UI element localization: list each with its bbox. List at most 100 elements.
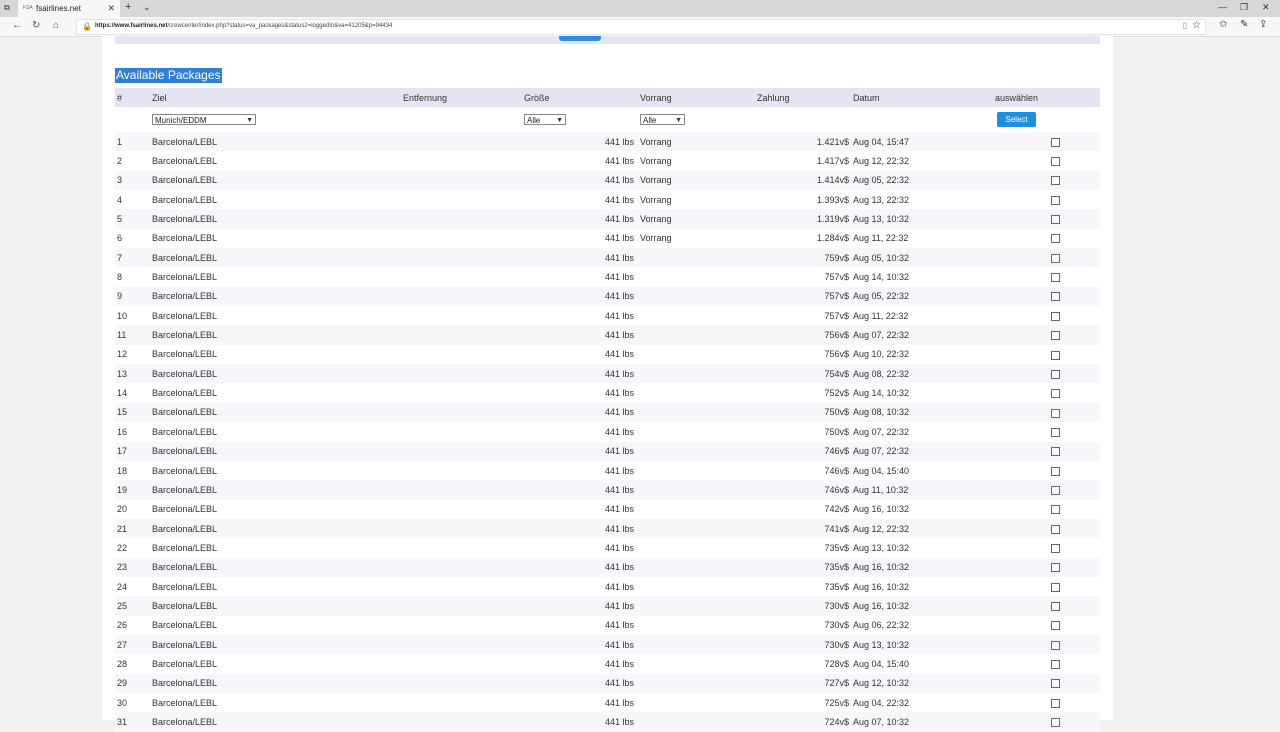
select-checkbox[interactable] [1051, 447, 1060, 457]
new-tab-icon[interactable]: + [125, 1, 131, 13]
cell-groesse: 441 lbs [524, 596, 640, 616]
chevron-down-icon[interactable]: ⌄ [143, 2, 151, 13]
select-checkbox[interactable] [1051, 234, 1060, 244]
cell-num: 13 [115, 364, 152, 384]
favorite-star-icon[interactable]: ☆ [1192, 20, 1201, 31]
select-button[interactable]: Select [997, 112, 1036, 127]
select-checkbox[interactable] [1051, 176, 1060, 186]
cell-zahlung: 730v$ [757, 615, 853, 635]
cell-auswaehlen [995, 248, 1100, 268]
top-button-stub[interactable] [559, 36, 601, 41]
select-checkbox[interactable] [1051, 621, 1060, 631]
select-checkbox[interactable] [1051, 408, 1060, 418]
close-icon[interactable]: ✕ [107, 3, 115, 14]
select-checkbox[interactable] [1051, 331, 1060, 341]
select-checkbox[interactable] [1051, 427, 1060, 437]
url-text: https://www.fsairlines.net/crewcenter/in… [95, 23, 393, 29]
cell-vorrang [640, 306, 757, 326]
select-checkbox[interactable] [1051, 718, 1060, 728]
cell-groesse: 441 lbs [524, 170, 640, 191]
refresh-icon[interactable]: ↻ [32, 20, 40, 31]
select-checkbox[interactable] [1051, 698, 1060, 708]
notes-icon[interactable]: ✎ [1240, 19, 1248, 30]
cell-num: 10 [115, 306, 152, 326]
cell-ziel: Barcelona/LEBL [152, 344, 403, 365]
groesse-select[interactable]: Alle ▼ [524, 114, 566, 125]
cell-num: 22 [115, 538, 152, 558]
select-checkbox[interactable] [1051, 660, 1060, 670]
cell-vorrang: Vorrang [640, 132, 757, 152]
cell-vorrang [640, 692, 757, 713]
select-checkbox[interactable] [1051, 563, 1060, 573]
cell-groesse: 441 lbs [524, 286, 640, 307]
cell-groesse: 441 lbs [524, 615, 640, 635]
cell-ziel: Barcelona/LEBL [152, 692, 403, 713]
select-checkbox[interactable] [1051, 679, 1060, 689]
select-checkbox[interactable] [1051, 601, 1060, 611]
cell-zahlung: 750v$ [757, 422, 853, 442]
select-checkbox[interactable] [1051, 195, 1060, 205]
select-checkbox[interactable] [1051, 485, 1060, 495]
cell-groesse: 441 lbs [524, 267, 640, 287]
select-checkbox[interactable] [1051, 640, 1060, 650]
select-checkbox[interactable] [1051, 273, 1060, 283]
col-header-datum: Datum [853, 88, 995, 107]
window-close-icon[interactable]: ✕ [1262, 2, 1270, 13]
tab-actions-icon[interactable]: ⧉ [4, 3, 10, 13]
select-checkbox[interactable] [1051, 582, 1060, 592]
cell-num: 30 [115, 692, 152, 713]
table-row: 26 Barcelona/LEBL 441 lbs 730v$ Aug 06, 22:3… [115, 615, 1100, 635]
cell-num: 8 [115, 267, 152, 287]
select-checkbox[interactable] [1051, 253, 1060, 263]
home-icon[interactable]: ⌂ [53, 20, 59, 31]
select-checkbox[interactable] [1051, 137, 1060, 147]
page-content: Available Packages # Ziel Entfernung Grö… [102, 36, 1113, 732]
cell-zahlung: 756v$ [757, 325, 853, 345]
table-row: 4 Barcelona/LEBL 441 lbs Vorrang 1.393v$ Aug … [115, 190, 1100, 210]
minimize-icon[interactable]: — [1218, 2, 1227, 12]
cell-zahlung: 1.393v$ [757, 190, 853, 210]
cell-num: 27 [115, 634, 152, 655]
cell-datum: Aug 13, 10:32 [853, 538, 995, 558]
select-checkbox[interactable] [1051, 524, 1060, 534]
share-icon[interactable]: ⇪ [1259, 19, 1267, 30]
cell-num: 9 [115, 286, 152, 307]
back-icon[interactable]: ← [12, 20, 22, 31]
cell-entfernung [403, 402, 524, 423]
browser-tab[interactable]: FSA fsairlines.net ✕ [18, 0, 120, 17]
select-checkbox[interactable] [1051, 157, 1060, 167]
restore-icon[interactable]: ❐ [1240, 2, 1248, 13]
cell-zahlung: 1.414v$ [757, 170, 853, 191]
select-checkbox[interactable] [1051, 466, 1060, 476]
cell-entfernung [403, 364, 524, 384]
cell-auswaehlen [995, 576, 1100, 597]
cell-groesse: 441 lbs [524, 441, 640, 461]
select-checkbox[interactable] [1051, 505, 1060, 515]
cell-datum: Aug 04, 22:32 [853, 692, 995, 713]
select-checkbox[interactable] [1051, 350, 1060, 360]
select-checkbox[interactable] [1051, 543, 1060, 553]
address-bar[interactable]: 🔒 https://www.fsairlines.net/crewcenter/… [76, 19, 1206, 35]
select-checkbox[interactable] [1051, 311, 1060, 321]
select-checkbox[interactable] [1051, 369, 1060, 379]
cell-auswaehlen [995, 654, 1100, 674]
table-row: 28 Barcelona/LEBL 441 lbs 728v$ Aug 04, 15:4… [115, 654, 1100, 674]
reading-view-icon[interactable]: ▯ [1183, 21, 1187, 30]
select-checkbox[interactable] [1051, 215, 1060, 225]
select-checkbox[interactable] [1051, 292, 1060, 302]
cell-vorrang [640, 634, 757, 655]
cell-ziel: Barcelona/LEBL [152, 132, 403, 152]
cell-ziel: Barcelona/LEBL [152, 499, 403, 519]
table-row: 1 Barcelona/LEBL 441 lbs Vorrang 1.421v$ Aug … [115, 132, 1100, 152]
cell-auswaehlen [995, 460, 1100, 481]
cell-auswaehlen [995, 673, 1100, 693]
cell-ziel: Barcelona/LEBL [152, 228, 403, 249]
table-row: 10 Barcelona/LEBL 441 lbs 757v$ Aug 11, 22:3… [115, 306, 1100, 326]
cell-zahlung: 757v$ [757, 306, 853, 326]
select-checkbox[interactable] [1051, 389, 1060, 399]
ziel-select[interactable]: Munich/EDDM ▼ [152, 114, 256, 125]
vorrang-select[interactable]: Alle ▼ [640, 114, 685, 125]
table-row: 12 Barcelona/LEBL 441 lbs 756v$ Aug 10, 22:3… [115, 344, 1100, 365]
favorites-icon[interactable]: ✩ [1219, 19, 1227, 30]
cell-zahlung: 730v$ [757, 596, 853, 616]
